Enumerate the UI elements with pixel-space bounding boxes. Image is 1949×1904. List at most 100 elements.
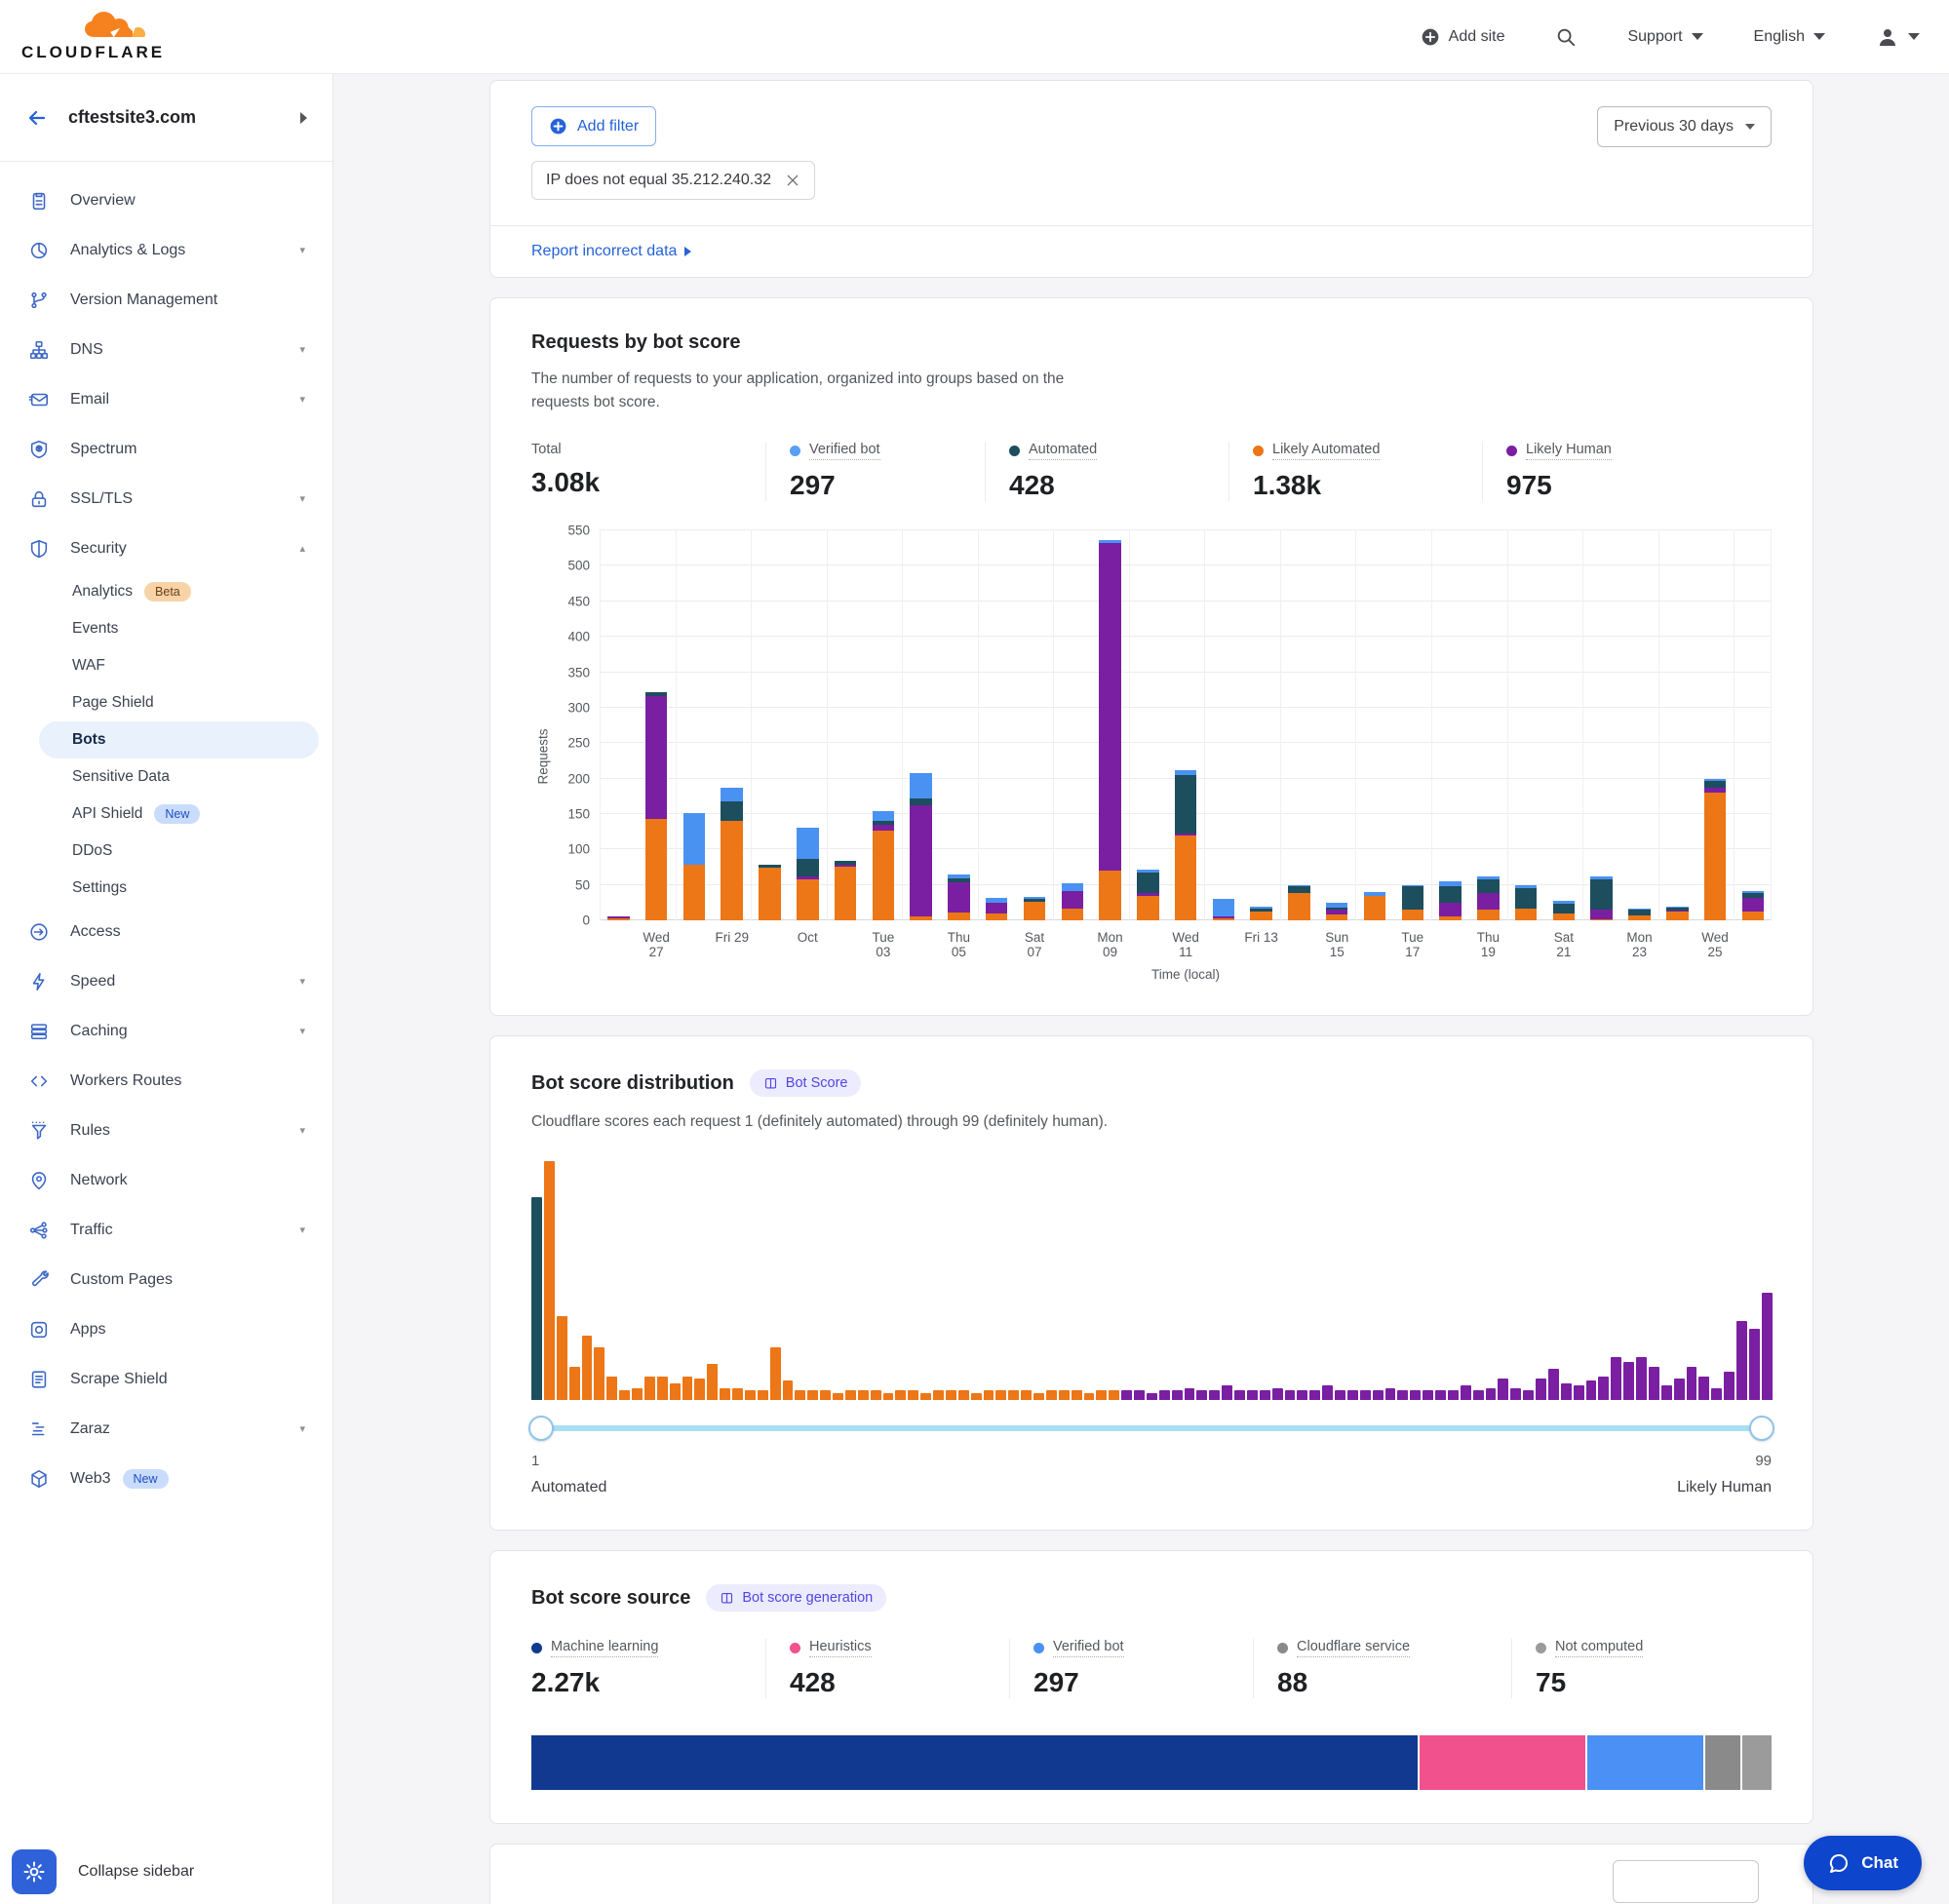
- stat-verified-bot: Verified bot 297: [765, 442, 985, 501]
- sidebar-item-analytics-logs[interactable]: Analytics & Logs▾: [0, 225, 332, 275]
- bot-score-generation-badge[interactable]: Bot score generation: [706, 1584, 886, 1612]
- caching-icon: [27, 1021, 51, 1042]
- filter-chip[interactable]: IP does not equal 35.212.240.32: [531, 161, 815, 200]
- sidebar-item-ssl-tls[interactable]: SSL/TLS▾: [0, 474, 332, 524]
- histogram-bar: [1523, 1390, 1534, 1400]
- sidebar-item-label: DNS: [70, 341, 103, 359]
- chevron-up-icon: ▴: [299, 542, 305, 555]
- cloudflare-logo[interactable]: CLOUDFLARE: [21, 12, 170, 62]
- settings-gear-button[interactable]: [12, 1849, 57, 1894]
- sidebar-item-version-management[interactable]: Version Management: [0, 275, 332, 325]
- bar-segment-likely-automated: [645, 819, 667, 920]
- bar-segment-automated: [797, 859, 818, 876]
- stat-label: Not computed: [1555, 1639, 1643, 1657]
- sidebar-item-custom-pages[interactable]: Custom Pages: [0, 1255, 332, 1304]
- slider-handle-max[interactable]: [1749, 1416, 1774, 1441]
- sidebar-item-apps[interactable]: Apps: [0, 1304, 332, 1354]
- sidebar-item-workers-routes[interactable]: Workers Routes: [0, 1056, 332, 1106]
- histogram-bar: [594, 1347, 604, 1400]
- sidebar-subitem-waf[interactable]: WAF: [39, 647, 319, 684]
- sidebar-subitem-bots[interactable]: Bots: [39, 721, 319, 758]
- y-tick-label: 100: [567, 842, 590, 857]
- network-icon: [27, 1170, 51, 1191]
- sidebar-subitem-settings[interactable]: Settings: [39, 870, 319, 907]
- bar-segment-likely-automated: [1099, 871, 1120, 920]
- language-menu[interactable]: English: [1754, 28, 1825, 46]
- chat-button[interactable]: Chat: [1804, 1836, 1922, 1890]
- sidebar-subitem-ddos[interactable]: DDoS: [39, 833, 319, 870]
- histogram-bar: [1322, 1385, 1333, 1400]
- site-name: cftestsite3.com: [68, 107, 196, 128]
- sidebar-item-access[interactable]: Access: [0, 907, 332, 956]
- sidebar-item-dns[interactable]: DNS▾: [0, 325, 332, 374]
- triangle-right-icon: [684, 247, 691, 256]
- bot-score-badge[interactable]: Bot Score: [750, 1069, 862, 1097]
- back-arrow-icon[interactable]: [25, 106, 49, 130]
- support-menu[interactable]: Support: [1627, 28, 1702, 46]
- stat-label: Verified bot: [809, 442, 880, 460]
- sidebar-subitem-sensitive-data[interactable]: Sensitive Data: [39, 758, 319, 796]
- bar-segment-likely-automated: [1515, 909, 1537, 920]
- sidebar-subitem-page-shield[interactable]: Page Shield: [39, 684, 319, 721]
- sidebar-item-traffic[interactable]: Traffic▾: [0, 1205, 332, 1255]
- bar-segment-likely-automated: [1326, 914, 1347, 920]
- histogram-bar: [1297, 1390, 1307, 1400]
- bar-segment-likely-human: [986, 903, 1007, 913]
- stacked-bar: [1326, 903, 1347, 920]
- chevron-down-icon: ▾: [299, 1422, 305, 1435]
- histogram-bar: [1687, 1367, 1697, 1400]
- report-incorrect-data-link[interactable]: Report incorrect data: [531, 243, 691, 260]
- slider-handle-min[interactable]: [528, 1416, 554, 1441]
- histogram-bar: [1021, 1390, 1032, 1400]
- rules-icon: [27, 1120, 51, 1142]
- sidebar-item-speed[interactable]: Speed▾: [0, 956, 332, 1006]
- add-filter-button[interactable]: Add filter: [531, 106, 656, 146]
- sidebar-subitem-label: Sensitive Data: [72, 768, 170, 786]
- site-switcher[interactable]: cftestsite3.com: [0, 74, 332, 162]
- sidebar-item-network[interactable]: Network: [0, 1155, 332, 1205]
- bar-segment-likely-automated: [683, 865, 705, 920]
- sidebar-item-zaraz[interactable]: Zaraz▾: [0, 1404, 332, 1454]
- histogram-bar: [1172, 1390, 1183, 1400]
- histogram-bar: [531, 1197, 542, 1400]
- collapse-sidebar-button[interactable]: Collapse sidebar: [78, 1863, 194, 1881]
- sidebar-item-email[interactable]: Email▾: [0, 374, 332, 424]
- stat-value: 297: [790, 470, 975, 501]
- sidebar-item-scrape-shield[interactable]: Scrape Shield: [0, 1354, 332, 1404]
- stat-verified-bot: Verified bot297: [1009, 1639, 1253, 1698]
- sidebar-item-rules[interactable]: Rules▾: [0, 1106, 332, 1155]
- bar-segment-verified-bot: [910, 773, 931, 798]
- stacked-bar: [759, 865, 780, 920]
- y-axis-title: Requests: [536, 728, 551, 784]
- bot-score-distribution-card: Bot score distribution Bot Score Cloudfl…: [489, 1035, 1813, 1531]
- sidebar-subitem-api-shield[interactable]: API ShieldNew: [39, 796, 319, 833]
- stat-label: Likely Human: [1526, 442, 1612, 460]
- bar-segment-likely-automated: [1402, 910, 1423, 920]
- histogram-bar: [1059, 1390, 1070, 1400]
- histogram-bar: [1674, 1379, 1685, 1400]
- chevron-down-icon: ▾: [299, 975, 305, 988]
- histogram-bar: [946, 1390, 956, 1400]
- sidebar-subitem-analytics[interactable]: AnalyticsBeta: [39, 573, 319, 610]
- bar-segment-likely-human: [645, 696, 667, 820]
- histogram-bar: [1285, 1390, 1296, 1400]
- sidebar-subitem-events[interactable]: Events: [39, 610, 319, 647]
- account-menu[interactable]: [1876, 25, 1920, 49]
- zaraz-icon: [27, 1418, 51, 1440]
- histogram-bar: [732, 1388, 743, 1400]
- x-tick-label: Wed 25: [1696, 930, 1735, 959]
- time-range-select[interactable]: Previous 30 days: [1597, 106, 1772, 147]
- histogram-bar: [582, 1336, 593, 1400]
- sidebar-item-web3[interactable]: Web3New: [0, 1454, 332, 1503]
- sidebar-item-spectrum[interactable]: Spectrum: [0, 424, 332, 474]
- sidebar-item-security[interactable]: Security▴: [0, 524, 332, 573]
- close-icon[interactable]: [785, 173, 800, 188]
- chevron-right-icon[interactable]: [300, 112, 307, 124]
- slider-track[interactable]: [531, 1425, 1772, 1431]
- legend-dot: [790, 1643, 800, 1653]
- sidebar-item-overview[interactable]: Overview: [0, 175, 332, 225]
- search-button[interactable]: [1555, 26, 1577, 48]
- add-site-button[interactable]: Add site: [1421, 27, 1505, 47]
- sidebar-item-caching[interactable]: Caching▾: [0, 1006, 332, 1056]
- histogram-bar: [1473, 1390, 1484, 1400]
